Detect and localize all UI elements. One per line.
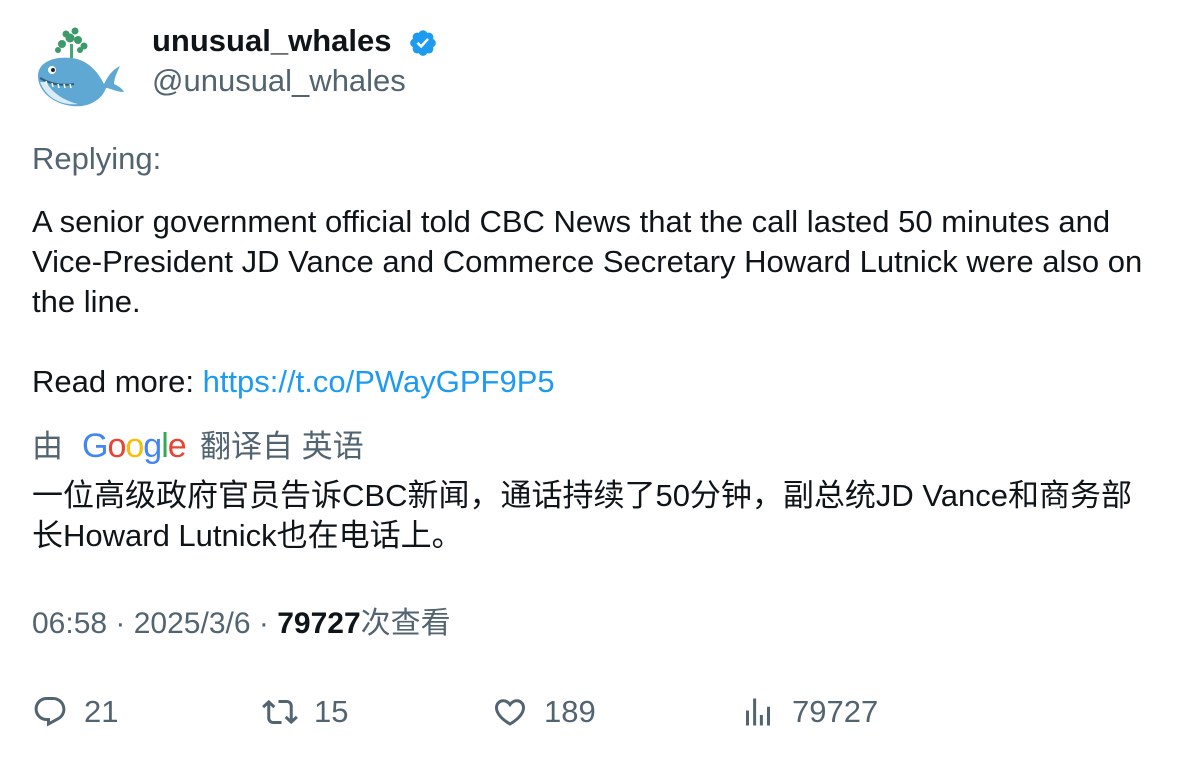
- verified-badge-icon: [408, 28, 438, 58]
- replying-label: Replying:: [32, 141, 162, 176]
- author-display-name[interactable]: unusual_whales: [152, 22, 391, 60]
- like-icon: [494, 699, 526, 726]
- google-letter: G: [82, 427, 108, 465]
- views-label: 次查看: [360, 607, 451, 640]
- google-letter: o: [107, 427, 126, 465]
- action-bar: 21 15 189 79727: [0, 690, 1196, 734]
- meta-separator: ·: [107, 607, 134, 640]
- retweet-button[interactable]: 15: [262, 690, 348, 734]
- translation-source-label[interactable]: 翻译自 英语: [200, 427, 364, 467]
- tweet-date[interactable]: 2025/3/6: [134, 607, 251, 640]
- tweet-text: A senior government official told CBC Ne…: [32, 202, 1152, 322]
- views-button[interactable]: 79727: [740, 690, 878, 734]
- read-more-label: Read more:: [32, 364, 203, 399]
- views-icon: [746, 698, 770, 726]
- tweet-meta: 06:58 · 2025/3/6 · 79727次查看: [32, 604, 451, 644]
- views-action-count: 79727: [792, 694, 879, 729]
- author-handle[interactable]: @unusual_whales: [152, 62, 406, 100]
- avatar[interactable]: [32, 26, 126, 112]
- google-letter: e: [167, 427, 187, 465]
- retweet-icon: [262, 699, 298, 725]
- google-letter: g: [143, 427, 162, 465]
- reply-button[interactable]: 21: [32, 690, 118, 734]
- translated-text: 一位高级政府官员告诉CBC新闻，通话持续了50分钟，副总统JD Vance和商务…: [32, 478, 1133, 553]
- tweet-link[interactable]: https://t.co/PWayGPF9P5: [203, 364, 555, 399]
- reply-count: 21: [84, 694, 119, 729]
- translated-by-label: 由: [32, 429, 63, 464]
- meta-separator: ·: [250, 607, 278, 640]
- like-count: 189: [544, 694, 596, 729]
- whale-avatar-icon: [38, 27, 124, 107]
- tweet-time[interactable]: 06:58: [32, 607, 107, 640]
- read-more-line: Read more: https://t.co/PWayGPF9P5: [32, 362, 555, 402]
- views-count: 79727: [277, 607, 361, 640]
- like-button[interactable]: 189: [492, 690, 596, 734]
- retweet-count: 15: [314, 694, 349, 729]
- reply-icon: [34, 697, 66, 727]
- google-letter: o: [125, 427, 144, 465]
- google-logo: Google: [82, 427, 187, 465]
- tweet-body: A senior government official told CBC Ne…: [32, 204, 1143, 319]
